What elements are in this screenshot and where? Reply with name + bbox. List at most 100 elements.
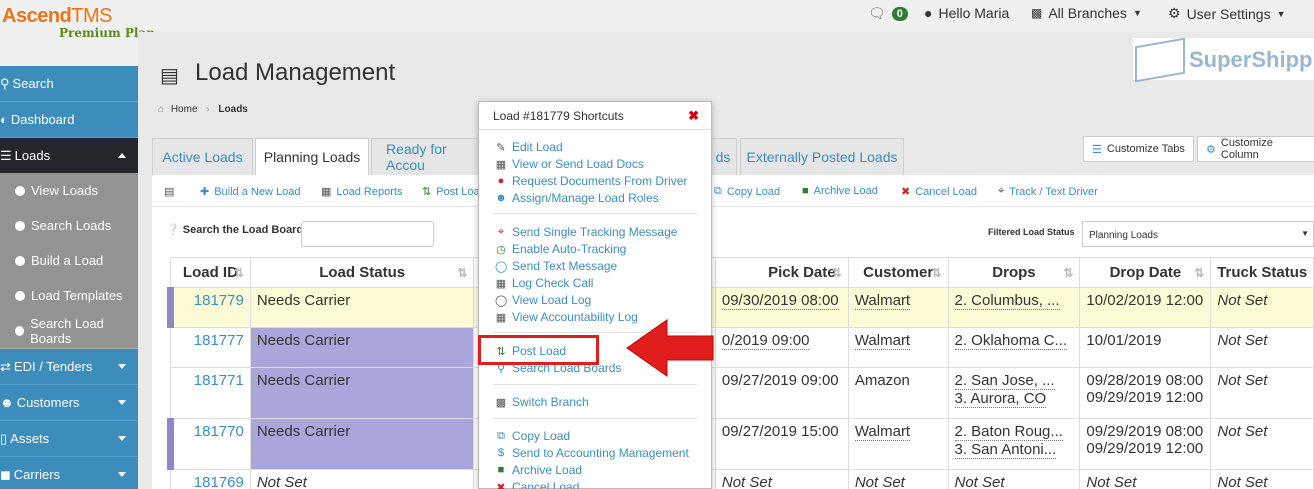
table-row[interactable]: 181779 Needs Carrier 09/30/2019 08:00 Wa… bbox=[167, 287, 1314, 328]
circle-arrow-icon bbox=[15, 325, 25, 336]
drop-date: 09/29/2019 08:00 bbox=[1086, 423, 1204, 440]
column-header-drop-date[interactable]: Drop Date ⇅ bbox=[1079, 257, 1212, 288]
column-header-truck-status[interactable]: Truck Status bbox=[1210, 257, 1314, 288]
sidebar-item-assets[interactable]: ▯ Assets bbox=[0, 421, 138, 457]
drop-location[interactable]: 2. Columbus, ... bbox=[954, 292, 1060, 310]
table-row[interactable]: 181769 Not Set Not Set Not Set Not Set N… bbox=[170, 469, 1314, 489]
shortcut-view-send-docs[interactable]: ▦ View or Send Load Docs bbox=[495, 157, 644, 171]
load-id-link[interactable]: 181777 bbox=[170, 327, 251, 368]
drop-location[interactable]: 2. San Jose, ... bbox=[954, 372, 1055, 390]
drop-location[interactable]: 2. Oklahoma C... bbox=[954, 332, 1068, 350]
archive-load-button[interactable]: ■ Archive Load bbox=[802, 185, 878, 197]
search-load-board-input[interactable] bbox=[301, 221, 434, 247]
shortcut-send-tracking[interactable]: ⌖ Send Single Tracking Message bbox=[495, 225, 678, 239]
load-reports-button[interactable]: ▦ Load Reports bbox=[321, 185, 402, 199]
build-new-load-button[interactable]: ✚ Build a New Load bbox=[200, 185, 300, 199]
drop-location[interactable]: 3. San Antoni... bbox=[954, 441, 1057, 459]
table-row[interactable]: 181777 Needs Carrier 0/2019 09:00 Walmar… bbox=[170, 327, 1314, 368]
messages-button[interactable]: 🗨 0 bbox=[868, 5, 908, 22]
sidebar-item-search-load-boards[interactable]: Search Load Boards bbox=[0, 313, 138, 349]
truck-status-cell: Not Set bbox=[1210, 469, 1314, 489]
caret-down-icon bbox=[118, 400, 126, 405]
sidebar-item-edi-tenders[interactable]: ⇄ EDI / Tenders bbox=[0, 349, 138, 385]
sidebar-item-dashboard[interactable]: ◐ Dashboard bbox=[0, 102, 138, 138]
chat-icon: 🗨 bbox=[868, 5, 886, 21]
sidebar-item-search[interactable]: ⚲ Search bbox=[0, 66, 138, 102]
load-id-link[interactable]: 181779 bbox=[167, 287, 251, 328]
shortcut-label: Copy Load bbox=[512, 429, 571, 443]
user-settings-dropdown[interactable]: ⚙ User Settings ▼ bbox=[1168, 5, 1286, 22]
shortcut-copy-load[interactable]: ⧉ Copy Load bbox=[495, 429, 570, 443]
highlight-arrow-icon bbox=[626, 319, 714, 377]
customer-name[interactable]: Amazon bbox=[855, 372, 910, 389]
column-header-load-id[interactable]: Load ID ⇅ bbox=[170, 257, 251, 288]
column-header-pick-date[interactable]: Pick Date ⇅ bbox=[714, 257, 849, 288]
shortcut-cancel-load[interactable]: ✖ Cancel Load bbox=[495, 480, 579, 489]
breadcrumb-home[interactable]: Home bbox=[171, 104, 198, 115]
customize-tabs-button[interactable]: ☰ Customize Tabs bbox=[1083, 136, 1194, 162]
drop-location[interactable]: 3. Aurora, CO bbox=[954, 390, 1047, 408]
building-icon: ▩ bbox=[1031, 6, 1043, 20]
drop-location[interactable]: 2. Baton Roug... bbox=[954, 423, 1063, 441]
sidebar-item-customers[interactable]: ☻ Customers bbox=[0, 385, 138, 421]
load-id-link[interactable]: 181769 bbox=[170, 469, 251, 489]
tab-planning-loads[interactable]: Planning Loads bbox=[255, 138, 369, 175]
brand-logo[interactable]: AscendTMS bbox=[2, 5, 112, 28]
sidebar-item-carriers[interactable]: ◼ Carriers bbox=[0, 457, 138, 489]
close-icon[interactable]: ✖ bbox=[688, 108, 699, 124]
shortcut-edit-load[interactable]: ✎ Edit Load bbox=[495, 140, 562, 154]
load-status-cell: Not Set bbox=[249, 469, 475, 489]
sidebar-item-load-templates[interactable]: Load Templates bbox=[0, 278, 138, 314]
table-row[interactable]: 181770 Needs Carrier 09/27/2019 15:00 Wa… bbox=[167, 418, 1314, 470]
customer-name[interactable]: Walmart bbox=[854, 292, 911, 310]
sidebar-item-build-a-load[interactable]: Build a Load bbox=[0, 243, 138, 279]
track-text-driver-button[interactable]: ⌖ Track / Text Driver bbox=[998, 185, 1098, 198]
sort-icon: ⇅ bbox=[1194, 266, 1205, 280]
column-header-drops[interactable]: Drops ⇅ bbox=[947, 257, 1081, 288]
shortcut-view-load-log[interactable]: ◯ View Load Log bbox=[495, 293, 591, 307]
sidebar-item-loads[interactable]: ☰ Loads bbox=[0, 138, 138, 174]
tab-active-loads[interactable]: Active Loads bbox=[152, 138, 253, 175]
customer-name[interactable]: Walmart bbox=[854, 423, 911, 441]
tab-ready-for-accounting[interactable]: Ready for Accou bbox=[371, 138, 481, 175]
load-id-link[interactable]: 181770 bbox=[167, 418, 251, 470]
shortcut-send-accounting[interactable]: $ Send to Accounting Management bbox=[495, 446, 689, 460]
circle-arrow-icon bbox=[15, 220, 25, 231]
table-row[interactable]: 181771 Needs Carrier 09/27/2019 09:00 Am… bbox=[170, 367, 1314, 419]
customer-cell: Walmart bbox=[847, 327, 949, 368]
crosshair-icon: ⌖ bbox=[497, 225, 505, 238]
cancel-load-button[interactable]: ✖ Cancel Load bbox=[901, 185, 977, 199]
branch-label: All Branches bbox=[1048, 5, 1127, 21]
sidebar-item-search-loads[interactable]: Search Loads bbox=[0, 208, 138, 244]
shortcut-assign-roles[interactable]: ☻ Assign/Manage Load Roles bbox=[495, 191, 659, 205]
shortcut-log-check-call[interactable]: ▦ Log Check Call bbox=[495, 276, 594, 290]
sidebar-item-view-loads[interactable]: View Loads bbox=[0, 173, 138, 209]
branch-dropdown[interactable]: ▩ All Branches ▼ bbox=[1031, 5, 1142, 21]
customer-name[interactable]: Walmart bbox=[854, 332, 911, 350]
truck-status: Not Set bbox=[1217, 474, 1268, 489]
shortcut-send-text[interactable]: ◯ Send Text Message bbox=[495, 259, 617, 273]
shortcut-auto-tracking[interactable]: ◷ Enable Auto-Tracking bbox=[495, 242, 626, 256]
copy-icon: ⧉ bbox=[714, 185, 722, 197]
sort-icon: ⇅ bbox=[457, 266, 468, 280]
shortcut-request-documents[interactable]: ● Request Documents From Driver bbox=[495, 174, 688, 188]
tab-externally-posted-loads[interactable]: Externally Posted Loads bbox=[740, 138, 904, 175]
shortcut-view-accountability-log[interactable]: ▦ View Accountability Log bbox=[495, 310, 638, 324]
load-status-cell: Needs Carrier bbox=[249, 287, 475, 328]
user-menu[interactable]: ● Hello Maria bbox=[924, 5, 1009, 21]
customize-columns-button[interactable]: ⚙ Customize Column bbox=[1197, 136, 1314, 162]
popup-divider bbox=[493, 418, 697, 419]
logo-mark bbox=[1135, 37, 1185, 83]
shortcut-archive-load[interactable]: ■ Archive Load bbox=[495, 463, 582, 477]
filtered-status-select[interactable]: Planning Loads ▼ bbox=[1082, 221, 1314, 247]
load-status-cell: Needs Carrier bbox=[249, 367, 475, 419]
load-id-link[interactable]: 181771 bbox=[170, 367, 251, 419]
shortcut-switch-branch[interactable]: ▩ Switch Branch bbox=[495, 395, 589, 409]
menu-icon[interactable]: ▤ bbox=[164, 185, 174, 198]
column-header-customer[interactable]: Customer ⇅ bbox=[847, 257, 949, 288]
post-load-button[interactable]: ⇅ Post Loa bbox=[422, 185, 480, 199]
tab-hidden[interactable]: ds bbox=[710, 138, 737, 175]
column-header-load-status[interactable]: Load Status ⇅ bbox=[249, 257, 475, 288]
copy-load-button[interactable]: ⧉ Copy Load bbox=[714, 185, 780, 198]
popup-title: Load #181779 Shortcuts bbox=[493, 109, 624, 123]
